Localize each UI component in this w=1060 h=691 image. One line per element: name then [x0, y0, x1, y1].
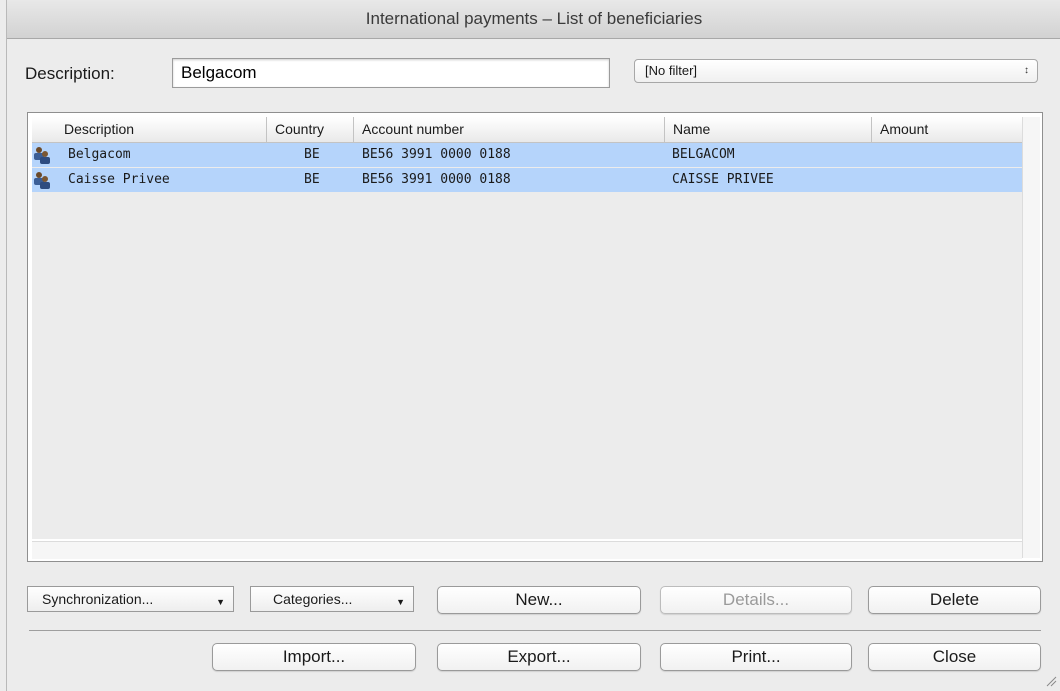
- export-button[interactable]: Export...: [437, 643, 641, 671]
- vertical-scrollbar[interactable]: [1022, 117, 1040, 558]
- column-header-name[interactable]: Name: [665, 117, 872, 142]
- cell-country: BE: [304, 172, 320, 187]
- categories-button[interactable]: Categories... ▼: [250, 586, 414, 612]
- table-row[interactable]: Caisse Privee BE BE56 3991 0000 0188 CAI…: [32, 168, 1022, 192]
- person-icon: [34, 172, 50, 189]
- print-button[interactable]: Print...: [660, 643, 852, 671]
- cell-account-number: BE56 3991 0000 0188: [362, 147, 511, 162]
- column-header-description[interactable]: Description: [32, 117, 267, 142]
- person-icon: [34, 147, 50, 164]
- table-body: Belgacom BE BE56 3991 0000 0188 BELGACOM…: [32, 143, 1022, 539]
- beneficiaries-table: Description Country Account number Name …: [27, 112, 1043, 562]
- resize-grip-icon[interactable]: [1045, 675, 1057, 687]
- column-header-amount[interactable]: Amount: [872, 117, 1022, 142]
- delete-button[interactable]: Delete: [868, 586, 1041, 614]
- table-header: Description Country Account number Name …: [32, 117, 1022, 143]
- description-input[interactable]: [172, 58, 610, 88]
- table-row[interactable]: Belgacom BE BE56 3991 0000 0188 BELGACOM: [32, 143, 1022, 167]
- cell-name: CAISSE PRIVEE: [672, 172, 774, 187]
- import-button[interactable]: Import...: [212, 643, 416, 671]
- cell-description: Caisse Privee: [68, 172, 170, 187]
- description-label: Description:: [25, 64, 115, 83]
- cell-name: BELGACOM: [672, 147, 735, 162]
- cell-account-number: BE56 3991 0000 0188: [362, 172, 511, 187]
- horizontal-scrollbar[interactable]: [32, 541, 1022, 559]
- filter-select[interactable]: [No filter] ↕: [634, 59, 1038, 83]
- filter-selected-value: [No filter]: [645, 63, 698, 78]
- cell-country: BE: [304, 147, 320, 162]
- column-header-country[interactable]: Country: [267, 117, 354, 142]
- beneficiaries-window: International payments – List of benefic…: [6, 0, 1060, 691]
- new-button[interactable]: New...: [437, 586, 641, 614]
- updown-arrows-icon: ↕: [1024, 65, 1029, 76]
- column-header-account-number[interactable]: Account number: [354, 117, 665, 142]
- cell-description: Belgacom: [68, 147, 131, 162]
- categories-label: Categories...: [273, 591, 353, 607]
- dropdown-caret-icon: ▼: [216, 597, 225, 607]
- details-button[interactable]: Details...: [660, 586, 852, 614]
- synchronization-label: Synchronization...: [42, 591, 154, 607]
- window-title: International payments – List of benefic…: [7, 0, 1060, 39]
- close-button[interactable]: Close: [868, 643, 1041, 671]
- separator: [29, 630, 1041, 631]
- synchronization-button[interactable]: Synchronization... ▼: [27, 586, 234, 612]
- dropdown-caret-icon: ▼: [396, 597, 405, 607]
